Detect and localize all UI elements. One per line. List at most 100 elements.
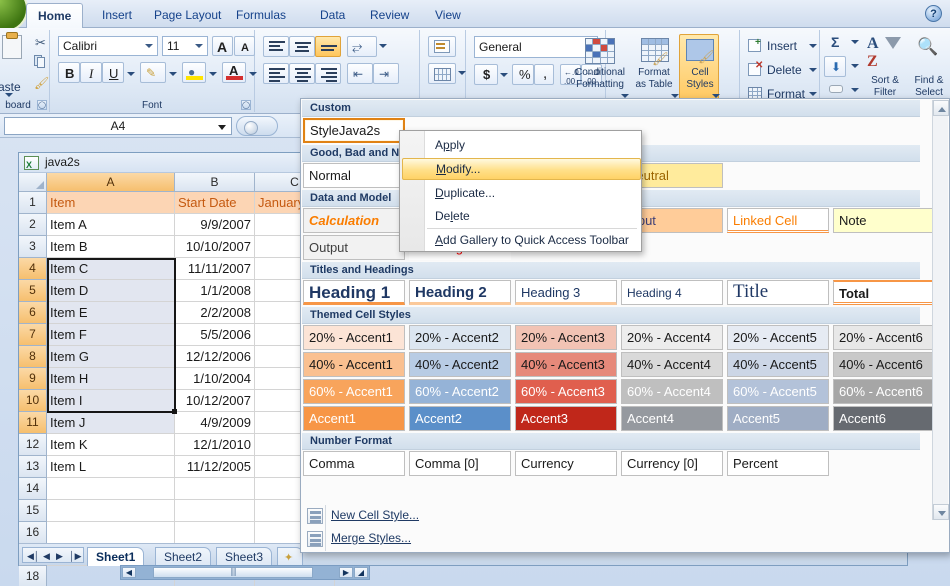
gallery-style-20-accent3[interactable]: 20% - Accent3: [515, 325, 617, 350]
clear-chevron-down-icon[interactable]: [851, 88, 859, 92]
gallery-style-total[interactable]: Total: [833, 280, 935, 305]
tab-review[interactable]: Review: [359, 4, 420, 28]
select-all-corner[interactable]: [19, 173, 47, 192]
cell-A4[interactable]: Item C: [47, 258, 175, 280]
autosum-button[interactable]: Σ: [824, 32, 850, 54]
merge-styles-command[interactable]: Merge Styles...: [303, 528, 943, 550]
gallery-style-40-accent3[interactable]: 40% - Accent3: [515, 352, 617, 377]
gallery-style-note[interactable]: Note: [833, 208, 935, 233]
gallery-style-60-accent6[interactable]: 60% - Accent6: [833, 379, 935, 404]
cell-B6[interactable]: 2/2/2008: [175, 302, 255, 324]
cell-B1[interactable]: Start Date: [175, 192, 255, 214]
row-header-5[interactable]: 5: [19, 280, 47, 302]
increase-indent-button[interactable]: ⇥: [373, 63, 399, 84]
top-align-button[interactable]: [263, 36, 289, 57]
nav-prev-button[interactable]: ◀: [43, 551, 50, 562]
cell-B13[interactable]: 11/12/2005: [175, 456, 255, 478]
cell-B12[interactable]: 12/1/2010: [175, 434, 255, 456]
delete-cells-button[interactable]: ✕ Delete: [744, 58, 817, 80]
context-menu-item-delete[interactable]: Delete: [427, 206, 641, 228]
row-header-10[interactable]: 10: [19, 390, 47, 412]
chevron-down-icon[interactable]: [195, 44, 203, 48]
gallery-style-20-accent4[interactable]: 20% - Accent4: [621, 325, 723, 350]
tab-view[interactable]: View: [424, 4, 472, 28]
gallery-style-accent1[interactable]: Accent1: [303, 406, 405, 431]
gallery-style-percent[interactable]: Percent: [727, 451, 829, 476]
column-header-a[interactable]: A: [47, 173, 175, 192]
cell-B10[interactable]: 10/12/2007: [175, 390, 255, 412]
format-painter-button[interactable]: 🖌: [30, 72, 49, 90]
font-dialog-launcher[interactable]: ◯: [241, 100, 251, 110]
gallery-style-20-accent5[interactable]: 20% - Accent5: [727, 325, 829, 350]
cell-B7[interactable]: 5/5/2006: [175, 324, 255, 346]
gallery-style-currency[interactable]: Currency: [515, 451, 617, 476]
cell-A11[interactable]: Item J: [47, 412, 175, 434]
row-header-12[interactable]: 12: [19, 434, 47, 456]
gallery-style-40-accent4[interactable]: 40% - Accent4: [621, 352, 723, 377]
insert-chevron-down-icon[interactable]: [809, 44, 817, 48]
cell-B9[interactable]: 1/10/2004: [175, 368, 255, 390]
gallery-style-heading-4[interactable]: Heading 4: [621, 280, 723, 305]
row-header-3[interactable]: 3: [19, 236, 47, 258]
nav-next-button[interactable]: ▶: [56, 551, 63, 562]
decrease-indent-button[interactable]: ⇤: [347, 63, 373, 84]
row-header-1[interactable]: 1: [19, 192, 47, 214]
sheet-tab-sheet2[interactable]: Sheet2: [155, 547, 212, 566]
align-center-button[interactable]: [289, 63, 315, 84]
conditional-formatting-button[interactable]: Conditional Formatting: [571, 34, 629, 106]
gallery-style-linked-cell[interactable]: Linked Cell: [727, 208, 829, 233]
gallery-style-title[interactable]: Title: [727, 280, 829, 305]
tab-home[interactable]: Home: [26, 3, 84, 29]
gallery-style-heading-1[interactable]: Heading 1: [303, 280, 405, 305]
row-header-16[interactable]: 16: [19, 522, 47, 544]
row-header-14[interactable]: 14: [19, 478, 47, 500]
column-header-b[interactable]: B: [175, 173, 255, 192]
nav-last-button[interactable]: │▶: [69, 551, 82, 562]
cell-A7[interactable]: Item F: [47, 324, 175, 346]
row-header-2[interactable]: 2: [19, 214, 47, 236]
cell-B3[interactable]: 10/10/2007: [175, 236, 255, 258]
cell-B16[interactable]: [175, 522, 255, 544]
cell-B2[interactable]: 9/9/2007: [175, 214, 255, 236]
gallery-style-stylejava2s[interactable]: StyleJava2s: [303, 118, 405, 143]
gallery-style-accent6[interactable]: Accent6: [833, 406, 935, 431]
align-right-button[interactable]: [315, 63, 341, 84]
gallery-style-accent2[interactable]: Accent2: [409, 406, 511, 431]
hscroll-right-button[interactable]: ▶: [339, 567, 353, 578]
cut-button[interactable]: ✂: [30, 32, 48, 50]
find-select-button[interactable]: 🔍 Find & Select: [906, 32, 950, 106]
cell-styles-button[interactable]: 🖌 Cell Styles: [679, 34, 720, 106]
autosum-chevron-down-icon[interactable]: [851, 40, 859, 44]
cell-A9[interactable]: Item H: [47, 368, 175, 390]
row-header-7[interactable]: 7: [19, 324, 47, 346]
cell-A1[interactable]: Item: [47, 192, 175, 214]
gallery-style-60-accent4[interactable]: 60% - Accent4: [621, 379, 723, 404]
borders-button[interactable]: ✎: [140, 62, 166, 83]
context-menu-item-apply[interactable]: Apply: [427, 135, 641, 157]
gallery-scrollbar[interactable]: [932, 100, 949, 520]
accounting-chevron-down-icon[interactable]: [500, 73, 508, 77]
gallery-style-accent3[interactable]: Accent3: [515, 406, 617, 431]
horizontal-scrollbar[interactable]: ◀ ▶ ◢: [120, 565, 370, 580]
gallery-style-currency-0[interactable]: Currency [0]: [621, 451, 723, 476]
row-header-6[interactable]: 6: [19, 302, 47, 324]
cell-B5[interactable]: 1/1/2008: [175, 280, 255, 302]
insert-cells-button[interactable]: + Insert: [744, 34, 817, 56]
tab-insert[interactable]: Insert: [91, 4, 143, 28]
cell-A12[interactable]: Item K: [47, 434, 175, 456]
chevron-down-icon[interactable]: [218, 125, 226, 130]
gallery-style-60-accent2[interactable]: 60% - Accent2: [409, 379, 511, 404]
shrink-font-button[interactable]: A: [234, 36, 255, 56]
gallery-style-60-accent5[interactable]: 60% - Accent5: [727, 379, 829, 404]
italic-button[interactable]: I: [80, 62, 102, 83]
cell-A2[interactable]: Item A: [47, 214, 175, 236]
merge-center-button[interactable]: [428, 63, 456, 84]
tab-page-layout[interactable]: Page Layout: [143, 4, 232, 28]
tab-formulas[interactable]: Formulas: [225, 4, 297, 28]
cell-A5[interactable]: Item D: [47, 280, 175, 302]
gallery-scroll-up-button[interactable]: [933, 100, 949, 116]
wrap-text-button[interactable]: [428, 36, 456, 57]
paste-button[interactable]: [0, 32, 26, 78]
context-menu-item-modify[interactable]: Modify...: [402, 158, 641, 180]
cell-B4[interactable]: 11/11/2007: [175, 258, 255, 280]
